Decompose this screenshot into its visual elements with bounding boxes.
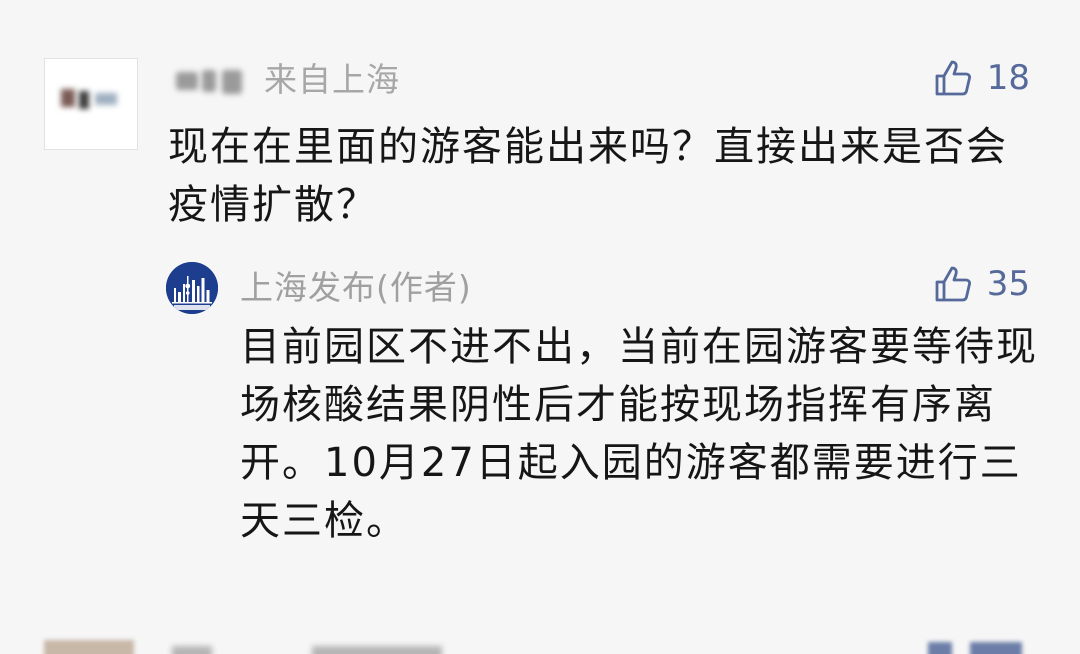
author-avatar[interactable] [166, 262, 218, 314]
comment-like-count: 18 [986, 58, 1030, 98]
reply-like-button[interactable]: 35 [933, 264, 1030, 304]
thumbs-up-icon [935, 60, 971, 96]
masked-username[interactable] [172, 62, 246, 98]
author-name[interactable]: 上海发布(作者) [240, 266, 472, 310]
user-avatar[interactable] [44, 58, 138, 150]
reply-like-count: 35 [986, 264, 1030, 304]
next-comment-header [172, 640, 472, 654]
next-user-avatar[interactable] [44, 640, 134, 654]
comment-text: 现在在里面的游客能出来吗？直接出来是否会疫情扩散？ [168, 124, 1008, 228]
comment-thread: 来自上海 18 现在在里面的游客能出来吗？直接出来是否会疫情扩散？ 上海发布(作… [0, 0, 1080, 654]
reply-text: 目前园区不进不出，当前在园游客要等待现场核酸结果阴性后才能按现场指挥有序离开。1… [240, 324, 1038, 544]
next-like-button[interactable] [920, 632, 1030, 654]
shanghai-skyline-logo [166, 262, 218, 314]
comment-like-button[interactable]: 18 [933, 58, 1030, 98]
comment-location: 来自上海 [264, 60, 400, 99]
thumbs-up-icon [935, 266, 971, 302]
